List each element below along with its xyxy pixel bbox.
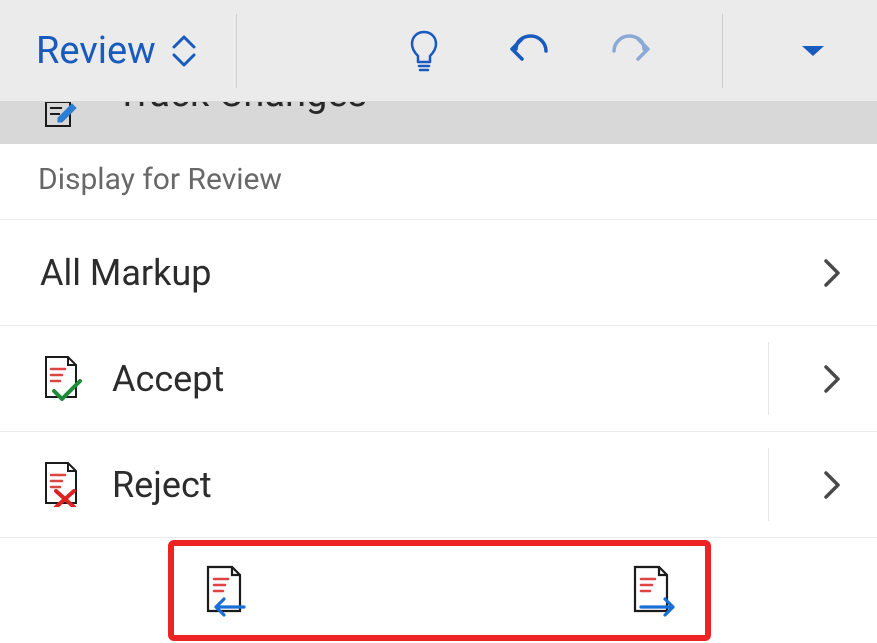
reject-label: Reject	[112, 464, 823, 506]
toolbar: Review	[0, 0, 877, 102]
tab-label: Review	[36, 29, 156, 73]
lightbulb-button[interactable]	[402, 29, 446, 73]
all-markup-row[interactable]: All Markup	[0, 219, 877, 325]
accept-icon	[40, 353, 84, 405]
chevron-right-icon	[823, 364, 841, 394]
review-panel: Display for Review All Markup Accept Rej…	[0, 144, 877, 643]
all-markup-label: All Markup	[40, 252, 823, 294]
reject-row[interactable]: Reject	[0, 431, 877, 537]
track-changes-row-partial[interactable]: Track Changes	[0, 102, 877, 144]
chevron-right-icon	[823, 258, 841, 288]
tab-switcher-icon	[172, 35, 196, 67]
undo-button[interactable]	[506, 29, 550, 73]
accept-row[interactable]: Accept	[0, 325, 877, 431]
section-label: Display for Review	[0, 144, 877, 219]
toolbar-separator	[236, 14, 237, 88]
next-change-button[interactable]	[627, 563, 677, 619]
dropdown-button[interactable]	[791, 29, 835, 73]
accept-label: Accept	[112, 358, 823, 400]
prev-next-row	[0, 537, 877, 643]
previous-change-button[interactable]	[198, 563, 248, 619]
chevron-right-icon	[823, 470, 841, 500]
track-changes-icon	[44, 102, 80, 134]
reject-icon	[40, 459, 84, 511]
track-changes-label: Track Changes	[116, 102, 367, 116]
highlight-box	[168, 540, 711, 641]
toolbar-separator	[722, 14, 723, 88]
redo-button[interactable]	[610, 29, 654, 73]
tab-review[interactable]: Review	[0, 0, 224, 101]
